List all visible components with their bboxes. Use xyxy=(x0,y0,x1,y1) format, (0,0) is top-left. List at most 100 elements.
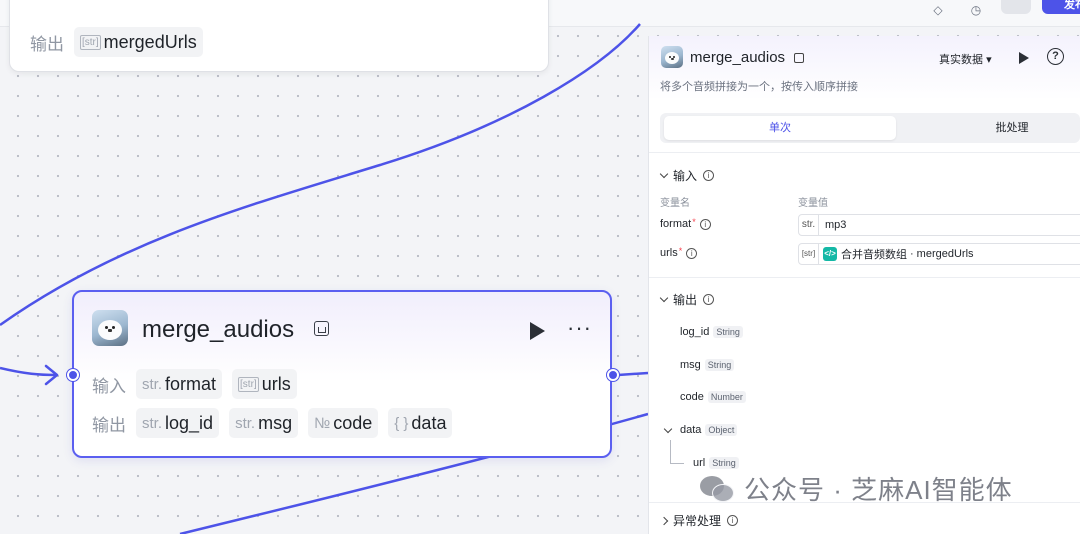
variable-name: log_id xyxy=(165,412,214,433)
run-icon[interactable] xyxy=(1019,52,1029,64)
info-icon: i xyxy=(686,247,698,259)
error-section-header[interactable]: 异常处理 i xyxy=(659,512,739,529)
type-badge: { } xyxy=(394,414,409,432)
reference-variable: mergedUrls xyxy=(916,248,974,260)
panel-title: merge_audios xyxy=(690,49,786,66)
help-icon[interactable]: ? xyxy=(1047,48,1064,65)
output-label: 输出 xyxy=(30,34,64,54)
input-label: 输入 xyxy=(92,376,126,396)
chevron-down-icon xyxy=(659,169,669,179)
type-badge: [str] xyxy=(799,244,819,264)
output-type-tag: String xyxy=(709,457,739,469)
plugin-store-icon xyxy=(314,321,329,336)
type-badge: [str] xyxy=(238,376,259,392)
output-item-code: code Number xyxy=(680,391,746,403)
variable-name: urls xyxy=(660,247,678,259)
edge-into-merge-audios xyxy=(0,366,57,377)
reference-separator: · xyxy=(910,248,914,260)
merge-audios-node[interactable]: merge_audios ··· 输入 str. format [str] ur… xyxy=(67,290,619,458)
info-icon: i xyxy=(699,218,711,230)
output-section-title: 输出 xyxy=(673,293,698,307)
output-item-msg: msg String xyxy=(680,359,735,371)
info-icon: i xyxy=(703,294,715,305)
more-options-icon[interactable]: ··· xyxy=(567,317,592,339)
output-section-header[interactable]: 输出 i xyxy=(659,291,715,308)
col-name-header: 变量名 xyxy=(660,198,690,209)
type-badge: str. xyxy=(799,215,819,235)
previous-node-output-row: 输出 [str] mergedUrls xyxy=(30,27,203,57)
variable-name: code xyxy=(333,412,373,433)
chevron-right-icon xyxy=(659,516,669,525)
output-chip-data: { } data xyxy=(388,408,453,438)
input-section-title: 输入 xyxy=(673,169,698,183)
input-port[interactable] xyxy=(67,369,79,381)
reference-node-name: 合并音频数组 xyxy=(841,249,907,261)
chevron-down-icon xyxy=(659,293,669,303)
output-chip-code: № code xyxy=(308,408,379,438)
run-mode-tabs: 单次 批处理 xyxy=(660,113,1080,143)
error-section-title: 异常处理 xyxy=(673,514,722,528)
output-type-tag: String xyxy=(704,359,735,371)
output-item-data: data Object xyxy=(680,424,738,436)
output-name: log_id xyxy=(680,326,710,338)
variable-name: format xyxy=(165,373,217,394)
format-value-input[interactable]: str. mp3 xyxy=(798,214,1080,236)
chevron-down-icon[interactable] xyxy=(663,424,673,434)
watermark: 公众号 · 芝麻AI智能体 xyxy=(700,470,1013,507)
variable-name: data xyxy=(411,412,447,433)
divider xyxy=(649,152,1080,153)
output-item-url: url String xyxy=(693,457,739,469)
node-output-row: 输出 str. log_id str. msg № code { } data xyxy=(92,408,453,438)
node-title: merge_audios xyxy=(142,316,295,343)
chevron-down-icon: ▾ xyxy=(986,54,992,66)
variable-name: format xyxy=(660,218,692,230)
info-icon: i xyxy=(727,515,739,526)
type-badge: str. xyxy=(235,414,256,432)
panel-description: 将多个音频拼接为一个，按传入顺序拼接 xyxy=(660,81,858,93)
variable-name: msg xyxy=(258,412,293,433)
tab-single[interactable]: 单次 xyxy=(664,116,896,140)
node-input-row: 输入 str. format [str] urls xyxy=(92,369,297,399)
output-item-log-id: log_id String xyxy=(680,326,743,338)
data-mode-label: 真实数据 xyxy=(939,54,983,66)
output-type-tag: String xyxy=(713,326,743,338)
plugin-avatar xyxy=(661,46,683,68)
previous-node[interactable]: 输出 [str] mergedUrls xyxy=(9,0,549,72)
type-badge: str. xyxy=(142,375,163,393)
output-variable-chip: [str] mergedUrls xyxy=(74,27,203,57)
variable-name: mergedUrls xyxy=(103,31,197,52)
output-chip-log-id: str. log_id xyxy=(136,408,220,438)
urls-reference-input[interactable]: [str] </> 合并音频数组 · mergedUrls xyxy=(798,243,1080,265)
variable-name: urls xyxy=(261,373,291,394)
output-type-tag: Object xyxy=(705,424,738,436)
type-badge: [str] xyxy=(80,34,101,50)
type-badge: str. xyxy=(142,414,163,432)
code-node-icon: </> xyxy=(823,247,837,261)
input-chip-urls: [str] urls xyxy=(232,369,297,399)
watermark-text: 公众号 · 芝麻AI智能体 xyxy=(744,475,1013,505)
data-mode-select[interactable]: 真实数据 ▾ xyxy=(939,51,992,67)
output-name: data xyxy=(680,424,702,436)
run-node-icon[interactable] xyxy=(530,322,545,340)
var-label-format: format * i xyxy=(660,216,711,230)
input-chip-format: str. format xyxy=(136,369,223,399)
wechat-icon xyxy=(700,474,736,504)
output-chip-msg: str. msg xyxy=(229,408,299,438)
plugin-avatar xyxy=(92,310,128,346)
output-name: msg xyxy=(680,359,701,371)
info-icon: i xyxy=(703,170,715,181)
output-label: 输出 xyxy=(92,415,126,435)
col-value-header: 变量值 xyxy=(798,198,828,209)
output-name: url xyxy=(693,457,706,469)
panel-header: merge_audios 真实数据 ▾ ? 将多个音频拼接为一个，按传入顺序拼接 xyxy=(649,36,1080,100)
tab-batch[interactable]: 批处理 xyxy=(896,116,1080,140)
output-name: code xyxy=(680,391,704,403)
divider xyxy=(649,277,1080,278)
output-port[interactable] xyxy=(607,369,619,381)
node-test-panel: merge_audios 真实数据 ▾ ? 将多个音频拼接为一个，按传入顺序拼接… xyxy=(648,36,1080,534)
required-mark: * xyxy=(692,216,696,227)
output-type-tag: Number xyxy=(707,391,746,403)
type-badge: № xyxy=(314,414,331,432)
format-value: mp3 xyxy=(825,219,847,231)
input-section-header[interactable]: 输入 i xyxy=(659,167,715,184)
